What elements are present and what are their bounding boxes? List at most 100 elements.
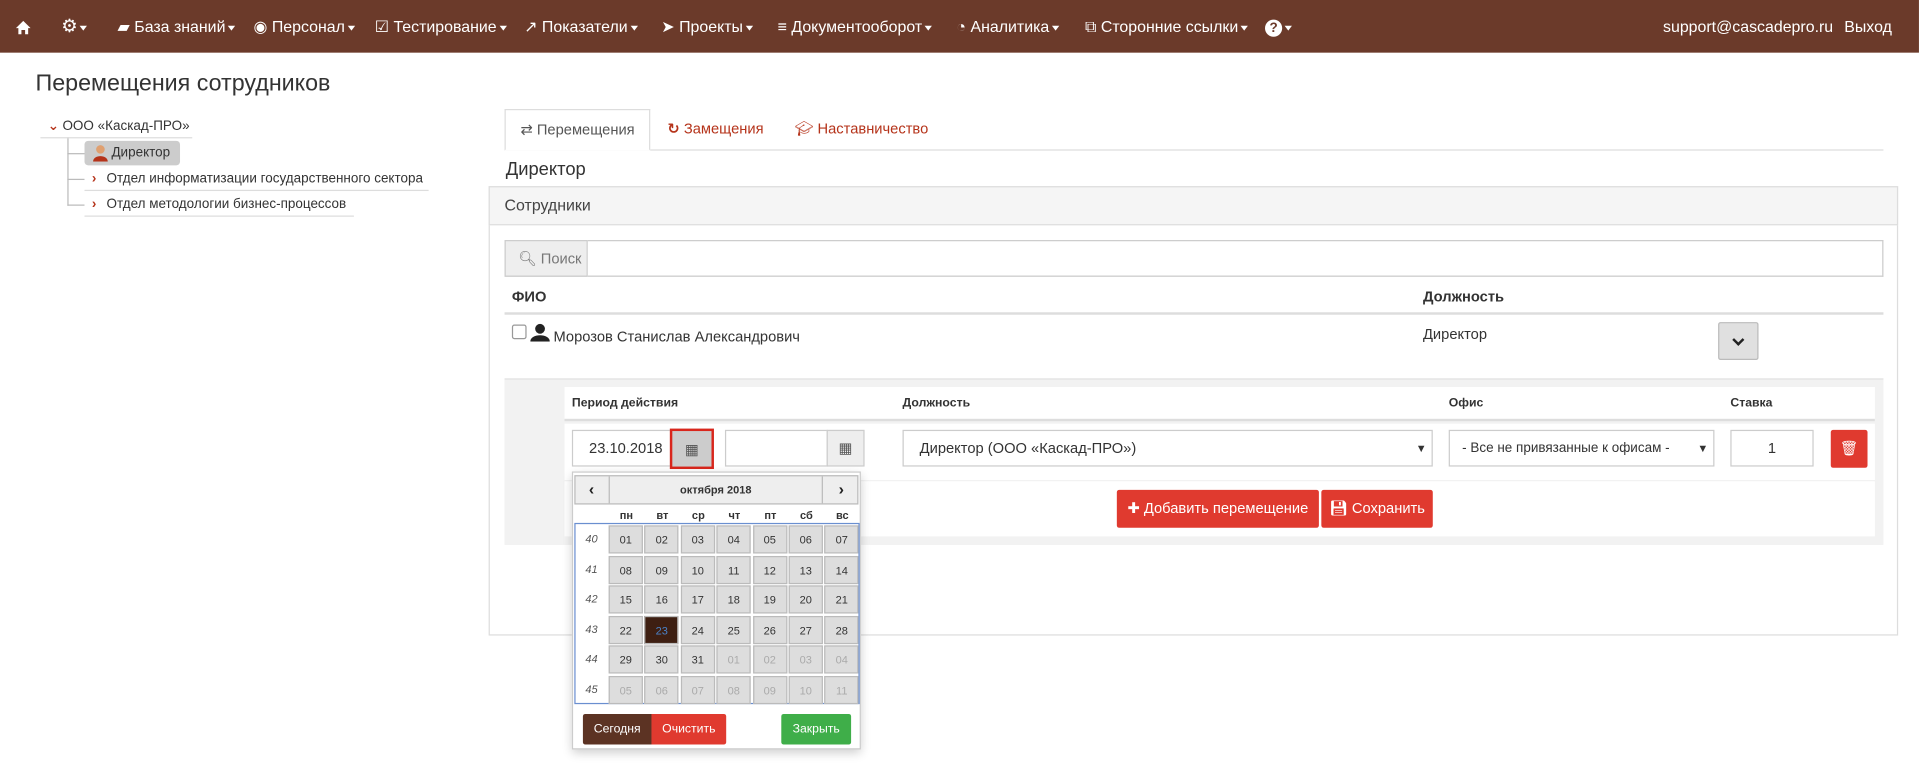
day-cell[interactable]: 17: [680, 585, 715, 614]
tab-transfers[interactable]: ⇄ Перемещения: [504, 108, 651, 151]
day-cell[interactable]: 12: [752, 555, 787, 584]
book-icon: ▰: [117, 17, 130, 36]
close-button[interactable]: Закрыть: [781, 713, 852, 745]
day-cell[interactable]: 03: [788, 645, 823, 674]
line-chart-icon: ↗: [524, 17, 538, 36]
settings-menu[interactable]: ⚙: [61, 0, 88, 53]
day-cell[interactable]: 06: [788, 525, 823, 554]
chevron-right-icon: ›: [838, 480, 844, 499]
day-cell[interactable]: 09: [752, 675, 787, 704]
save-button[interactable]: 💾︎ Сохранить: [1321, 489, 1433, 528]
nav-external-links[interactable]: ⧉ Сторонние ссылки: [1085, 0, 1249, 53]
date-from-calendar-button[interactable]: ▦: [669, 428, 714, 470]
nav-indicators[interactable]: ↗ Показатели: [524, 0, 638, 53]
day-cell-selected[interactable]: 23: [644, 615, 679, 644]
home-icon[interactable]: [15, 0, 32, 53]
search-icon: 🔍︎: [518, 249, 537, 267]
day-cell[interactable]: 08: [716, 675, 751, 704]
tree-node-dept-informatization[interactable]: › Отдел информатизации государственного …: [84, 167, 429, 192]
day-cell[interactable]: 31: [680, 645, 715, 674]
weekday-header: сб: [799, 509, 813, 522]
day-cell[interactable]: 01: [716, 645, 751, 674]
day-cell[interactable]: 27: [788, 615, 823, 644]
day-cell[interactable]: 19: [752, 585, 787, 614]
day-cell[interactable]: 10: [680, 555, 715, 584]
next-month-button[interactable]: ›: [824, 476, 858, 503]
month-title[interactable]: октября 2018: [608, 476, 823, 504]
day-cell[interactable]: 01: [608, 525, 643, 554]
day-cell[interactable]: 16: [644, 585, 679, 614]
day-cell[interactable]: 07: [680, 675, 715, 704]
employee-position: Директор: [1422, 325, 1488, 343]
tree-node-director[interactable]: Директор: [84, 140, 181, 166]
search-input[interactable]: [587, 240, 1884, 277]
nav-personnel[interactable]: ◉ Персонал: [253, 0, 355, 53]
day-cell[interactable]: 05: [608, 675, 643, 704]
day-cell[interactable]: 29: [608, 645, 643, 674]
day-cell[interactable]: 04: [716, 525, 751, 554]
week-number: 41: [585, 562, 598, 575]
date-from-input[interactable]: 23.10.2018: [571, 429, 673, 467]
calendar-icon: ▦: [684, 440, 699, 459]
day-cell[interactable]: 14: [824, 555, 859, 584]
office-select[interactable]: - Все не привязанные к офисам - ▼: [1448, 429, 1715, 467]
day-cell[interactable]: 26: [752, 615, 787, 644]
day-cell[interactable]: 11: [716, 555, 751, 584]
day-cell[interactable]: 24: [680, 615, 715, 644]
position-select[interactable]: Директор (ООО «Каскад-ПРО») ▼: [902, 429, 1433, 467]
refresh-icon: ↻: [667, 120, 680, 138]
expand-row-button[interactable]: [1718, 322, 1759, 361]
date-to-input[interactable]: [724, 429, 828, 467]
caret-down-icon: ▼: [1697, 442, 1709, 455]
day-cell[interactable]: 13: [788, 555, 823, 584]
day-cell[interactable]: 02: [752, 645, 787, 674]
prev-month-button[interactable]: ‹: [576, 476, 608, 503]
day-cell[interactable]: 18: [716, 585, 751, 614]
day-cell[interactable]: 22: [608, 615, 643, 644]
day-cell[interactable]: 08: [608, 555, 643, 584]
help-menu[interactable]: ?: [1265, 0, 1292, 53]
day-cell[interactable]: 02: [644, 525, 679, 554]
day-cell[interactable]: 05: [752, 525, 787, 554]
top-navbar: ⚙ ▰ База знаний ◉ Персонал ☑ Тестировани…: [0, 0, 1919, 53]
tab-mentoring[interactable]: 🎓︎ Наставничество: [780, 109, 943, 151]
day-cell[interactable]: 15: [608, 585, 643, 614]
calendar-icon: ▦: [838, 439, 853, 457]
employee-name[interactable]: Морозов Станислав Александрович: [554, 328, 800, 345]
nav-knowledge-base[interactable]: ▰ База знаний: [118, 0, 236, 53]
save-icon: 💾︎: [1329, 499, 1348, 517]
date-to-calendar-button[interactable]: ▦: [826, 429, 865, 467]
day-cell[interactable]: 21: [824, 585, 859, 614]
tab-replacements[interactable]: ↻ Замещения: [653, 109, 779, 151]
logout-link[interactable]: Выход: [1844, 0, 1892, 53]
checkbox-icon: ☑: [374, 17, 390, 36]
clear-button[interactable]: Очистить: [651, 713, 727, 745]
day-cell[interactable]: 09: [644, 555, 679, 584]
tree-node-dept-methodology[interactable]: › Отдел методологии бизнес-процессов: [84, 192, 354, 217]
search-addon: 🔍︎ Поиск: [504, 240, 588, 277]
tree-node-root[interactable]: ⌄ ООО «Каскад-ПРО»: [40, 114, 193, 139]
day-cell[interactable]: 20: [788, 585, 823, 614]
nav-analytics[interactable]: ◔ Аналитика: [956, 0, 1060, 53]
user-email[interactable]: support@cascadepro.ru: [1663, 0, 1833, 53]
send-icon: ➤: [661, 17, 675, 36]
day-cell[interactable]: 30: [644, 645, 679, 674]
delete-button[interactable]: 🗑︎: [1830, 429, 1868, 468]
nav-testing[interactable]: ☑ Тестирование: [375, 0, 507, 53]
day-cell[interactable]: 11: [824, 675, 859, 704]
day-cell[interactable]: 10: [788, 675, 823, 704]
day-cell[interactable]: 04: [824, 645, 859, 674]
day-cell[interactable]: 25: [716, 615, 751, 644]
add-transfer-button[interactable]: ✚ Добавить перемещение: [1116, 489, 1319, 528]
day-cell[interactable]: 28: [824, 615, 859, 644]
weekday-header: ср: [691, 509, 705, 522]
row-checkbox[interactable]: [511, 324, 527, 340]
rate-input[interactable]: 1: [1730, 429, 1814, 467]
day-cell[interactable]: 07: [824, 525, 859, 554]
plus-icon: ✚: [1127, 499, 1140, 517]
nav-projects[interactable]: ➤ Проекты: [661, 0, 753, 53]
nav-documents[interactable]: ≡ Документооборот: [778, 0, 932, 53]
day-cell[interactable]: 06: [644, 675, 679, 704]
day-cell[interactable]: 03: [680, 525, 715, 554]
today-button[interactable]: Сегодня: [582, 713, 652, 745]
